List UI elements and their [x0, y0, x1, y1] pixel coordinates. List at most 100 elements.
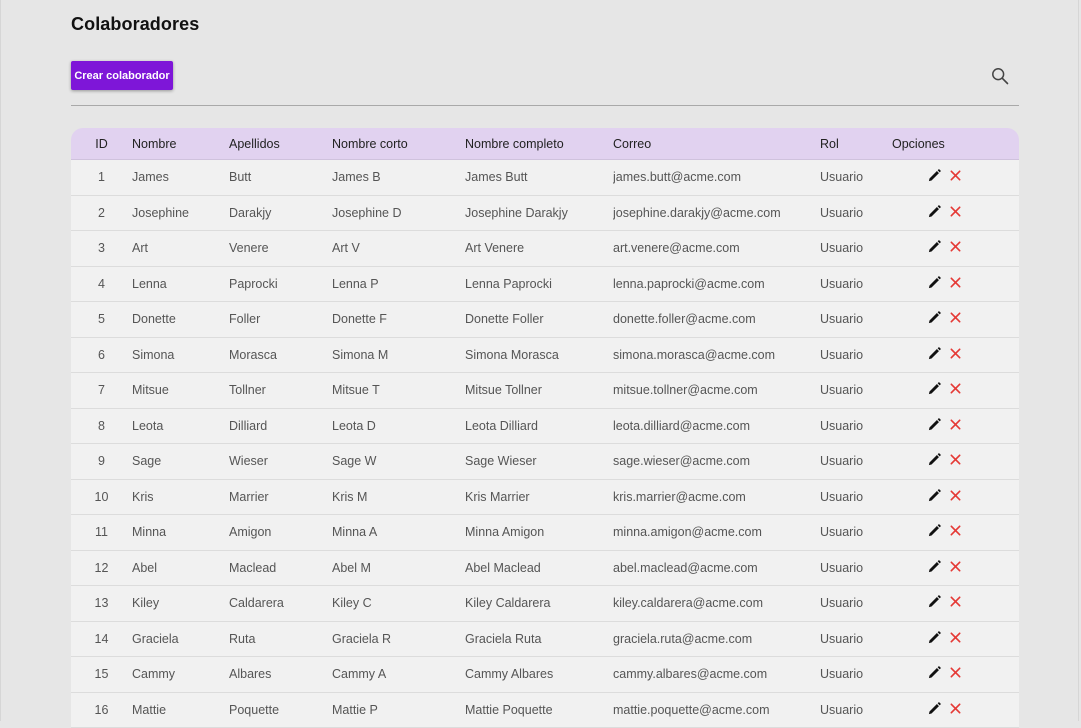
- cell-correo: abel.maclead@acme.com: [613, 551, 820, 587]
- cell-id: 13: [71, 586, 132, 622]
- cell-id: 11: [71, 515, 132, 551]
- column-header-apellidos: Apellidos: [229, 128, 332, 160]
- cell-correo: mitsue.tollner@acme.com: [613, 373, 820, 409]
- table-row: 15CammyAlbaresCammy ACammy Albarescammy.…: [71, 657, 1019, 693]
- delete-icon[interactable]: [949, 276, 962, 289]
- cell-nombre: Cammy: [132, 657, 229, 693]
- page-title: Colaboradores: [71, 14, 199, 35]
- table-row: 12AbelMacleadAbel MAbel Macleadabel.macl…: [71, 551, 1019, 587]
- cell-apellidos: Morasca: [229, 338, 332, 374]
- collaborators-table-container: IDNombreApellidosNombre cortoNombre comp…: [71, 128, 1019, 728]
- edit-icon[interactable]: [928, 631, 941, 644]
- cell-nombre-corto: Mitsue T: [332, 373, 465, 409]
- cell-opciones: [892, 231, 1019, 267]
- cell-rol: Usuario: [820, 231, 892, 267]
- edit-icon[interactable]: [928, 524, 941, 537]
- row-actions: [928, 418, 962, 431]
- delete-icon[interactable]: [949, 311, 962, 324]
- edit-icon[interactable]: [928, 560, 941, 573]
- cell-apellidos: Foller: [229, 302, 332, 338]
- row-actions: [928, 347, 962, 360]
- cell-rol: Usuario: [820, 480, 892, 516]
- edit-icon[interactable]: [928, 347, 941, 360]
- cell-nombre-corto: Minna A: [332, 515, 465, 551]
- cell-apellidos: Marrier: [229, 480, 332, 516]
- table-row: 10KrisMarrierKris MKris Marrierkris.marr…: [71, 480, 1019, 516]
- table-header-row: IDNombreApellidosNombre cortoNombre comp…: [71, 128, 1019, 160]
- cell-nombre: Mitsue: [132, 373, 229, 409]
- table-row: 4LennaPaprockiLenna PLenna Paprockilenna…: [71, 267, 1019, 303]
- collaborators-table: IDNombreApellidosNombre cortoNombre comp…: [71, 128, 1019, 728]
- cell-opciones: [892, 338, 1019, 374]
- edit-icon[interactable]: [928, 205, 941, 218]
- cell-nombre-completo: Graciela Ruta: [465, 622, 613, 658]
- column-header-id: ID: [71, 128, 132, 160]
- cell-rol: Usuario: [820, 622, 892, 658]
- table-row: 3ArtVenereArt VArt Venereart.venere@acme…: [71, 231, 1019, 267]
- delete-icon[interactable]: [949, 489, 962, 502]
- delete-icon[interactable]: [949, 702, 962, 715]
- table-row: 11MinnaAmigonMinna AMinna Amigonminna.am…: [71, 515, 1019, 551]
- cell-opciones: [892, 444, 1019, 480]
- edit-icon[interactable]: [928, 666, 941, 679]
- table-row: 16MattiePoquetteMattie PMattie Poquettem…: [71, 693, 1019, 728]
- delete-icon[interactable]: [949, 631, 962, 644]
- delete-icon[interactable]: [949, 453, 962, 466]
- cell-id: 2: [71, 196, 132, 232]
- cell-rol: Usuario: [820, 515, 892, 551]
- delete-icon[interactable]: [949, 347, 962, 360]
- search-icon[interactable]: [991, 67, 1009, 85]
- delete-icon[interactable]: [949, 382, 962, 395]
- cell-id: 15: [71, 657, 132, 693]
- cell-correo: lenna.paprocki@acme.com: [613, 267, 820, 303]
- cell-apellidos: Dilliard: [229, 409, 332, 445]
- edit-icon[interactable]: [928, 311, 941, 324]
- edit-icon[interactable]: [928, 240, 941, 253]
- edit-icon[interactable]: [928, 418, 941, 431]
- delete-icon[interactable]: [949, 205, 962, 218]
- cell-correo: graciela.ruta@acme.com: [613, 622, 820, 658]
- cell-correo: kris.marrier@acme.com: [613, 480, 820, 516]
- row-actions: [928, 453, 962, 466]
- cell-opciones: [892, 267, 1019, 303]
- edit-icon[interactable]: [928, 276, 941, 289]
- cell-id: 4: [71, 267, 132, 303]
- cell-rol: Usuario: [820, 267, 892, 303]
- cell-nombre-completo: Josephine Darakjy: [465, 196, 613, 232]
- delete-icon[interactable]: [949, 240, 962, 253]
- cell-id: 8: [71, 409, 132, 445]
- cell-apellidos: Wieser: [229, 444, 332, 480]
- edit-icon[interactable]: [928, 453, 941, 466]
- delete-icon[interactable]: [949, 666, 962, 679]
- cell-nombre-completo: Kris Marrier: [465, 480, 613, 516]
- delete-icon[interactable]: [949, 418, 962, 431]
- table-row: 9SageWieserSage WSage Wiesersage.wieser@…: [71, 444, 1019, 480]
- cell-rol: Usuario: [820, 373, 892, 409]
- cell-nombre: Graciela: [132, 622, 229, 658]
- edit-icon[interactable]: [928, 382, 941, 395]
- cell-nombre-corto: Cammy A: [332, 657, 465, 693]
- cell-nombre-completo: Sage Wieser: [465, 444, 613, 480]
- cell-rol: Usuario: [820, 160, 892, 196]
- row-actions: [928, 169, 962, 182]
- cell-nombre-corto: Lenna P: [332, 267, 465, 303]
- delete-icon[interactable]: [949, 169, 962, 182]
- edit-icon[interactable]: [928, 595, 941, 608]
- cell-id: 16: [71, 693, 132, 728]
- delete-icon[interactable]: [949, 560, 962, 573]
- edit-icon[interactable]: [928, 169, 941, 182]
- column-header-nombre-corto: Nombre corto: [332, 128, 465, 160]
- cell-id: 12: [71, 551, 132, 587]
- row-actions: [928, 205, 962, 218]
- edit-icon[interactable]: [928, 702, 941, 715]
- cell-nombre-corto: Sage W: [332, 444, 465, 480]
- delete-icon[interactable]: [949, 524, 962, 537]
- table-header: IDNombreApellidosNombre cortoNombre comp…: [71, 128, 1019, 160]
- cell-id: 14: [71, 622, 132, 658]
- table-row: 13KileyCaldareraKiley CKiley Caldareraki…: [71, 586, 1019, 622]
- edit-icon[interactable]: [928, 489, 941, 502]
- delete-icon[interactable]: [949, 595, 962, 608]
- create-collaborator-button[interactable]: Crear colaborador: [71, 61, 173, 90]
- cell-nombre-corto: Leota D: [332, 409, 465, 445]
- cell-opciones: [892, 622, 1019, 658]
